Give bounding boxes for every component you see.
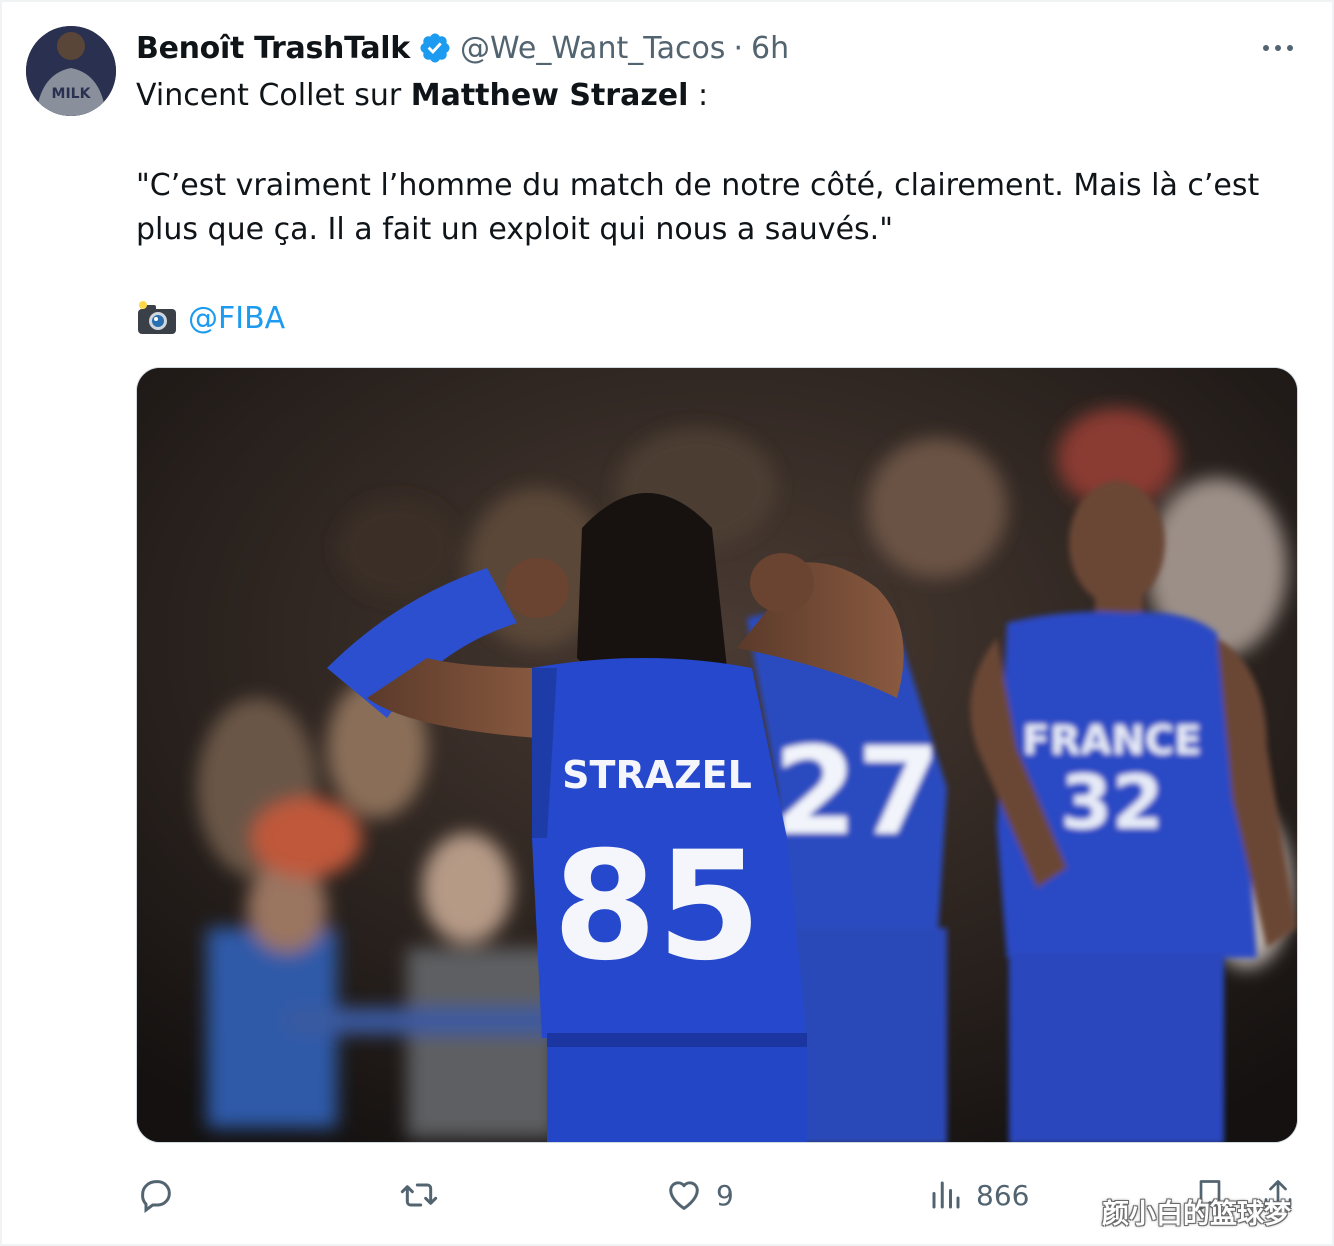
photo-credit: @FIBA [136, 298, 285, 338]
tweet-photo[interactable]: 27 FRANCE 32 STRAZEL 85 [136, 367, 1298, 1143]
tweet-text-intro: Vincent Collet sur Matthew Strazel : [136, 78, 708, 113]
player-27-number: 27 [774, 723, 941, 862]
tweet-time[interactable]: 6h [751, 31, 789, 66]
tweet-text-colon: : [688, 78, 709, 113]
heart-icon [669, 1181, 699, 1210]
more-options-icon[interactable] [1256, 32, 1300, 64]
tweet-text-prefix: Vincent Collet sur [136, 78, 411, 113]
player-85-number: 85 [553, 820, 762, 994]
reply-icon [141, 1180, 171, 1213]
author-handle[interactable]: @We_Want_Tacos [460, 31, 726, 66]
tweet-quote: "C’est vraiment l’homme du match de notr… [136, 168, 1260, 247]
avatar-shirt-text: MILK [52, 86, 92, 102]
fiba-mention-link[interactable]: @FIBA [188, 301, 285, 336]
player-32-country: FRANCE [1022, 718, 1201, 764]
reply-button[interactable] [136, 1170, 176, 1220]
camera-flash-icon [136, 299, 178, 337]
player-85-name: STRAZEL [562, 753, 752, 797]
views-count: 866 [976, 1178, 1030, 1212]
retweet-button[interactable] [398, 1170, 440, 1220]
tweet-text-bold-name: Matthew Strazel [410, 78, 689, 113]
author-name[interactable]: Benoît TrashTalk [136, 31, 410, 66]
author-avatar[interactable]: MILK [26, 26, 116, 116]
player-32-number: 32 [1061, 760, 1164, 846]
watermark-text: 颜小白的篮球梦 [1102, 1199, 1291, 1230]
views-button[interactable]: 866 [928, 1170, 1029, 1220]
separator-dot: · [733, 30, 743, 66]
retweet-icon [400, 1183, 438, 1207]
tweet-header: Benoît TrashTalk @We_Want_Tacos · 6h [136, 28, 789, 68]
like-count: 9 [716, 1178, 734, 1212]
verified-badge-icon [418, 31, 452, 65]
views-chart-icon [932, 1181, 960, 1209]
like-button[interactable]: 9 [664, 1170, 734, 1220]
